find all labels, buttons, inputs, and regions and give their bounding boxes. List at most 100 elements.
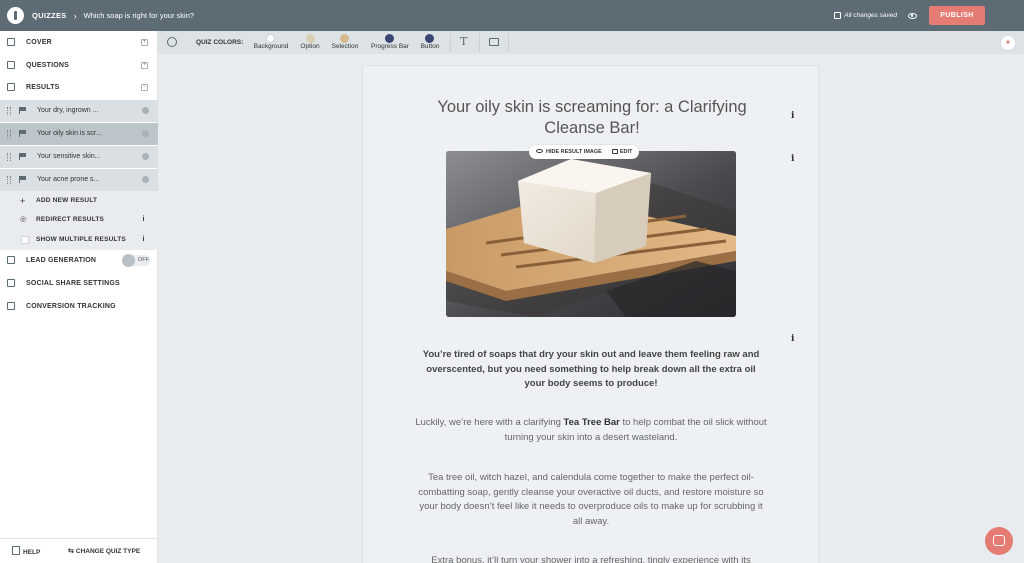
help-button[interactable]: HELP bbox=[12, 546, 40, 556]
settings-dot-icon[interactable] bbox=[142, 130, 149, 137]
result-item-label: Your acne prone s... bbox=[37, 176, 100, 183]
app-logo-icon[interactable] bbox=[7, 7, 24, 24]
top-bar: QUIZZES › Which soap is right for your s… bbox=[0, 0, 1024, 31]
swatch-label: Button bbox=[420, 43, 440, 50]
toolbar-divider bbox=[450, 33, 451, 52]
sidebar-item-label: SOCIAL SHARE SETTINGS bbox=[26, 279, 120, 287]
sidebar-item-cover[interactable]: COVER + bbox=[0, 31, 158, 53]
save-status-icon bbox=[834, 12, 842, 19]
chat-bubble-icon bbox=[7, 61, 15, 69]
image-actions: HIDE RESULT IMAGE EDIT bbox=[529, 145, 640, 159]
swatch-option[interactable] bbox=[306, 34, 315, 43]
result-intro-text[interactable]: You’re tired of soaps that dry your skin… bbox=[415, 348, 767, 392]
result-item[interactable]: Your sensitive skin... bbox=[0, 146, 158, 168]
drag-handle-icon[interactable] bbox=[7, 176, 11, 184]
result-heading[interactable]: Your oily skin is screaming for: a Clari… bbox=[407, 97, 777, 139]
info-icon[interactable]: i bbox=[791, 111, 794, 121]
chat-launcher-button[interactable] bbox=[985, 527, 1013, 555]
add-new-result-button[interactable]: + ADD NEW RESULT bbox=[0, 191, 158, 211]
add-new-result-label: ADD NEW RESULT bbox=[36, 197, 98, 204]
sidebar-item-label: CONVERSION TRACKING bbox=[26, 302, 116, 310]
info-icon[interactable]: i bbox=[139, 215, 148, 224]
swatch-progress-bar[interactable] bbox=[385, 34, 394, 43]
sidebar-item-questions[interactable]: QUESTIONS + bbox=[0, 54, 158, 76]
result-item-active[interactable]: Your oily skin is scr... bbox=[0, 123, 158, 145]
para-text: Luckily, we’re here with a clarifying bbox=[415, 417, 564, 428]
result-paragraph[interactable]: Luckily, we’re here with a clarifying Te… bbox=[415, 416, 767, 445]
add-icon[interactable]: + bbox=[141, 61, 148, 69]
show-multiple-results-row[interactable]: SHOW MULTIPLE RESULTS i bbox=[0, 230, 158, 250]
toolbar-divider bbox=[479, 33, 480, 52]
sidebar-item-lead-generation[interactable]: LEAD GENERATION OFF bbox=[0, 249, 158, 271]
result-paragraph[interactable]: Tea tree oil, witch hazel, and calendula… bbox=[415, 471, 767, 529]
result-paragraph[interactable]: Extra bonus, it’ll turn your shower into… bbox=[415, 554, 767, 563]
toolbar-divider bbox=[508, 33, 509, 52]
sidebar-item-label: COVER bbox=[26, 38, 52, 46]
copy-icon bbox=[7, 38, 15, 46]
palette-icon[interactable] bbox=[167, 37, 177, 47]
info-icon[interactable]: i bbox=[791, 334, 794, 344]
swatch-label: Progress Bar bbox=[371, 43, 409, 50]
swatch-background[interactable] bbox=[266, 34, 275, 43]
image-icon[interactable] bbox=[489, 38, 499, 46]
publish-button[interactable]: PUBLISH bbox=[929, 6, 985, 25]
swatch-button[interactable] bbox=[425, 34, 434, 43]
mail-icon bbox=[7, 256, 15, 264]
plus-icon: + bbox=[20, 196, 26, 206]
flag-icon bbox=[19, 130, 27, 137]
change-quiz-type-button[interactable]: CHANGE QUIZ TYPE bbox=[68, 547, 140, 555]
add-icon[interactable]: + bbox=[141, 38, 148, 46]
chart-line-icon bbox=[7, 302, 15, 310]
flag-icon bbox=[19, 107, 27, 114]
quiz-colors-label: QUIZ COLORS: bbox=[196, 39, 244, 46]
drag-handle-icon[interactable] bbox=[7, 107, 11, 115]
eye-slash-icon bbox=[536, 149, 543, 153]
collapse-icon[interactable]: − bbox=[141, 83, 148, 91]
editor-canvas: i i i Your oily skin is screaming for: a… bbox=[158, 54, 1024, 563]
toggle-knob bbox=[122, 254, 135, 267]
lead-generation-toggle[interactable]: OFF bbox=[122, 254, 150, 267]
info-icon[interactable]: i bbox=[791, 154, 794, 164]
flag-icon bbox=[19, 153, 27, 160]
top-bar-actions: All changes saved PUBLISH bbox=[834, 6, 985, 25]
sidebar: COVER + QUESTIONS + RESULTS − Your dry, … bbox=[0, 31, 158, 563]
users-icon bbox=[7, 279, 15, 287]
settings-dot-icon[interactable] bbox=[142, 107, 149, 114]
drag-handle-icon[interactable] bbox=[7, 153, 11, 161]
sidebar-item-results[interactable]: RESULTS − bbox=[0, 76, 158, 98]
hide-result-image-label: HIDE RESULT IMAGE bbox=[546, 149, 602, 155]
sidebar-footer: HELP CHANGE QUIZ TYPE bbox=[0, 538, 158, 563]
text-style-icon[interactable]: T bbox=[460, 35, 467, 48]
sidebar-item-conversion-tracking[interactable]: CONVERSION TRACKING bbox=[0, 295, 158, 317]
edit-image-button[interactable]: EDIT bbox=[611, 149, 633, 155]
soap-photo bbox=[446, 151, 736, 317]
result-item-label: Your oily skin is scr... bbox=[37, 130, 102, 137]
flag-icon bbox=[19, 176, 27, 183]
sidebar-item-social-share[interactable]: SOCIAL SHARE SETTINGS bbox=[0, 272, 158, 294]
para-bold-text: Tea Tree Bar bbox=[563, 417, 620, 428]
breadcrumb-quizzes[interactable]: QUIZZES bbox=[32, 11, 67, 20]
result-item[interactable]: Your dry, ingrown ... bbox=[0, 100, 158, 122]
swatch-label: Option bbox=[300, 43, 320, 50]
save-status: All changes saved bbox=[844, 12, 897, 19]
hide-result-image-button[interactable]: HIDE RESULT IMAGE bbox=[536, 149, 602, 155]
result-image[interactable] bbox=[446, 151, 736, 317]
lightbulb-icon[interactable]: ✦ bbox=[1000, 35, 1016, 51]
image-icon bbox=[611, 149, 618, 154]
settings-dot-icon[interactable] bbox=[142, 176, 149, 183]
drag-handle-icon[interactable] bbox=[7, 130, 11, 138]
swatch-label: Selection bbox=[331, 43, 359, 50]
redirect-results-row[interactable]: ◎ REDIRECT RESULTS i bbox=[0, 210, 158, 230]
swatch-selection[interactable] bbox=[340, 34, 349, 43]
preview-eye-icon[interactable] bbox=[908, 12, 917, 19]
flag-icon bbox=[7, 83, 15, 91]
result-item[interactable]: Your acne prone s... bbox=[0, 169, 158, 191]
info-icon[interactable]: i bbox=[139, 235, 148, 244]
show-multiple-results-checkbox[interactable] bbox=[21, 236, 29, 244]
redirect-results-label: REDIRECT RESULTS bbox=[36, 216, 105, 223]
settings-dot-icon[interactable] bbox=[142, 153, 149, 160]
result-item-label: Your sensitive skin... bbox=[37, 153, 101, 160]
edit-image-label: EDIT bbox=[619, 149, 633, 155]
show-multiple-results-label: SHOW MULTIPLE RESULTS bbox=[36, 236, 126, 243]
sidebar-item-label: RESULTS bbox=[26, 83, 60, 91]
